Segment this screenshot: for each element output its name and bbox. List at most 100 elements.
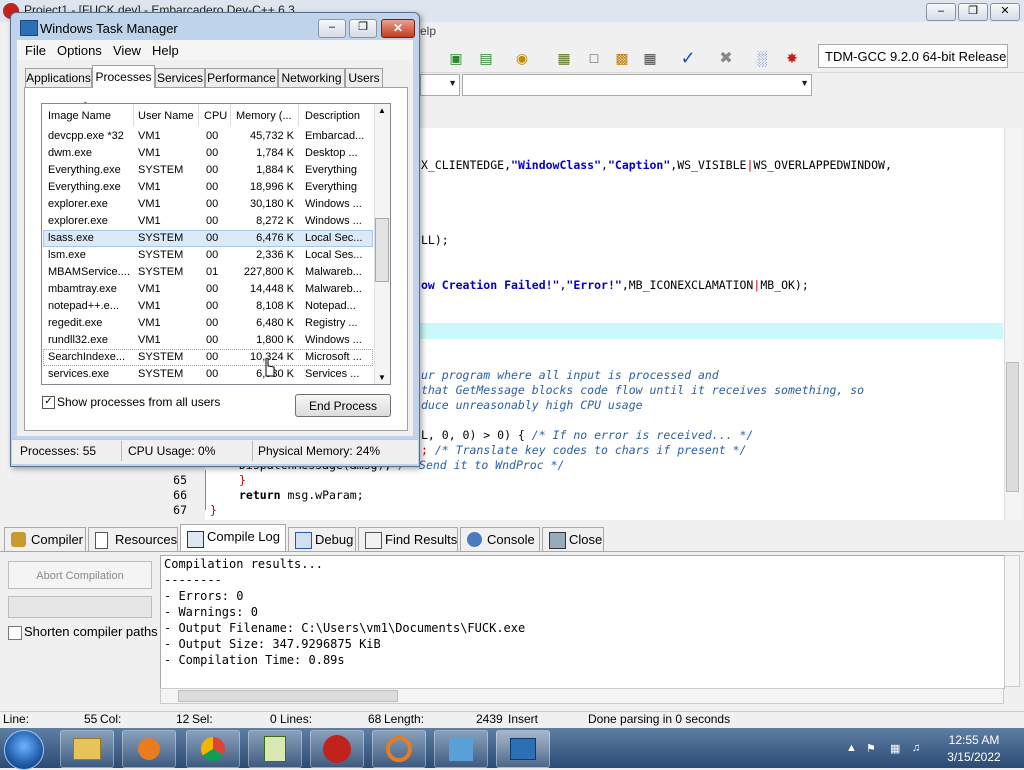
taskbar-devcpp[interactable] <box>310 730 364 768</box>
sort-ascending-icon: ˆ <box>84 101 87 110</box>
column-header-memory[interactable]: Memory (... <box>236 110 292 122</box>
project-options-icon[interactable]: ◉ <box>512 48 532 68</box>
process-image-name[interactable]: rundll32.exe <box>48 334 132 346</box>
function-browser-combo[interactable]: ▼ <box>462 74 812 96</box>
tm-maximize-button[interactable]: ❐ <box>349 19 377 38</box>
process-cpu: 00 <box>206 130 219 142</box>
process-image-name[interactable]: dwm.exe <box>48 147 132 159</box>
process-image-name[interactable]: MBAMService.... <box>48 266 132 278</box>
taskbar-task-manager[interactable] <box>496 730 550 768</box>
clock-time[interactable]: 12:55 AM <box>934 733 1014 747</box>
scroll-up-icon[interactable]: ▲ <box>378 106 386 115</box>
taskbar-everything[interactable] <box>372 730 426 768</box>
column-header-user-name[interactable]: User Name <box>138 110 194 122</box>
devcpp-close-button[interactable]: ✕ <box>990 3 1020 21</box>
taskbar-notepadpp[interactable] <box>248 730 302 768</box>
class-browser-combo[interactable]: ▼ <box>420 74 460 96</box>
compile-run-icon[interactable]: ▩ <box>612 48 632 68</box>
tab-applications[interactable]: Applications <box>25 68 92 87</box>
rebuild-all-icon[interactable]: ▦ <box>640 48 660 68</box>
tab-compile-log[interactable]: Compile Log <box>180 524 286 552</box>
process-list-scroll-thumb[interactable] <box>375 218 389 282</box>
taskbar-chrome[interactable] <box>186 730 240 768</box>
process-image-name[interactable]: notepad++.e... <box>48 300 132 312</box>
process-image-name[interactable]: Everything.exe <box>48 181 132 193</box>
fold-guide <box>205 470 206 510</box>
process-image-name[interactable]: regedit.exe <box>48 317 132 329</box>
add-to-project-icon[interactable]: ▣ <box>446 48 466 68</box>
column-header-description[interactable]: Description <box>305 110 360 122</box>
tm-close-button[interactable]: ✕ <box>381 19 415 38</box>
run-icon[interactable]: □ <box>584 48 604 68</box>
tray-network-icon[interactable]: ▦ <box>890 742 900 755</box>
devcpp-minimize-button[interactable]: – <box>926 3 956 21</box>
start-button[interactable] <box>4 730 44 770</box>
devcpp-menu-help[interactable]: elp <box>420 24 436 38</box>
process-image-name[interactable]: devcpp.exe *32 <box>48 130 132 142</box>
compile-icon[interactable]: ▦ <box>554 48 574 68</box>
editor-scroll-thumb[interactable] <box>1006 362 1019 492</box>
profile-analysis-icon[interactable]: ░ <box>752 48 772 68</box>
process-image-name[interactable]: mbamtray.exe <box>48 283 132 295</box>
process-user-name: SYSTEM <box>138 266 184 278</box>
tm-menu-options[interactable]: Options <box>57 43 102 58</box>
abort-compilation-button[interactable]: Abort Compilation <box>8 561 152 589</box>
tray-volume-icon[interactable]: ♫ <box>912 742 920 754</box>
taskbar-explorer[interactable] <box>60 730 114 768</box>
tm-menu-help[interactable]: Help <box>152 43 179 58</box>
process-image-name[interactable]: explorer.exe <box>48 215 132 227</box>
tm-minimize-button[interactable]: – <box>318 19 346 38</box>
status-process-count: Processes: 55 <box>20 444 97 458</box>
scroll-down-icon[interactable]: ▼ <box>378 373 386 382</box>
tab-users[interactable]: Users <box>345 68 383 87</box>
tab-debug[interactable]: Debug <box>288 527 356 551</box>
tab-services[interactable]: Services <box>155 68 205 87</box>
show-all-processes-checkbox[interactable]: ✓ <box>42 396 55 409</box>
clock-date[interactable]: 3/15/2022 <box>934 750 1014 764</box>
tab-console[interactable]: Console <box>460 527 540 551</box>
process-image-name[interactable]: SearchIndexe... <box>48 351 132 363</box>
notepadpp-icon <box>264 736 286 762</box>
process-image-name[interactable]: Everything.exe <box>48 164 132 176</box>
column-header-cpu[interactable]: CPU <box>204 110 227 122</box>
column-header-image-name[interactable]: Image Name <box>48 110 111 122</box>
shorten-paths-checkbox[interactable] <box>8 626 22 640</box>
status-divider <box>252 441 253 461</box>
process-image-name[interactable]: lsm.exe <box>48 249 132 261</box>
end-process-button[interactable]: End Process <box>295 394 391 417</box>
log-vertical-scrollbar[interactable] <box>1004 555 1020 687</box>
tab-compiler[interactable]: Compiler <box>4 527 86 551</box>
syntax-check-icon[interactable]: ✓ <box>678 48 698 68</box>
code-line: duce unreasonably high CPU usage <box>421 398 643 412</box>
status-lines-value: 68 <box>368 712 382 726</box>
process-image-name[interactable]: services.exe <box>48 368 132 380</box>
tray-action-center-icon[interactable]: ⚑ <box>866 742 876 755</box>
tab-close[interactable]: Close <box>542 527 604 551</box>
process-description: Local Sec... <box>305 232 363 244</box>
process-image-name[interactable]: explorer.exe <box>48 198 132 210</box>
tab-find-results[interactable]: Find Results <box>358 527 458 551</box>
status-sel-label: Sel: <box>192 712 213 726</box>
tm-menu-file[interactable]: File <box>25 43 46 58</box>
code-line: return msg.wParam; <box>239 488 364 502</box>
status-cpu-usage: CPU Usage: 0% <box>128 444 216 458</box>
taskbar-media-player[interactable] <box>122 730 176 768</box>
tab-processes[interactable]: Processes <box>92 65 155 88</box>
taskbar-regedit[interactable] <box>434 730 488 768</box>
compiler-select[interactable]: TDM-GCC 9.2.0 64-bit Release <box>818 44 1008 68</box>
process-memory: 227,800 K <box>243 266 294 278</box>
tab-performance[interactable]: Performance <box>205 68 278 87</box>
tray-expand-icon[interactable]: ▲ <box>846 742 857 754</box>
tab-networking[interactable]: Networking <box>278 68 345 87</box>
process-image-name[interactable]: lsass.exe <box>48 232 132 244</box>
tab-resources[interactable]: Resources <box>88 527 178 551</box>
stop-execution-icon[interactable]: ✖ <box>716 48 736 68</box>
remove-from-project-icon[interactable]: ▤ <box>476 48 496 68</box>
devcpp-maximize-button[interactable]: ❐ <box>958 3 988 21</box>
save-close-icon <box>549 532 566 549</box>
tm-menu-view[interactable]: View <box>113 43 141 58</box>
process-description: Local Ses... <box>305 249 363 261</box>
folder-icon <box>73 738 101 760</box>
debug-icon[interactable]: ✸ <box>782 48 802 68</box>
log-scroll-thumb[interactable] <box>178 690 398 702</box>
